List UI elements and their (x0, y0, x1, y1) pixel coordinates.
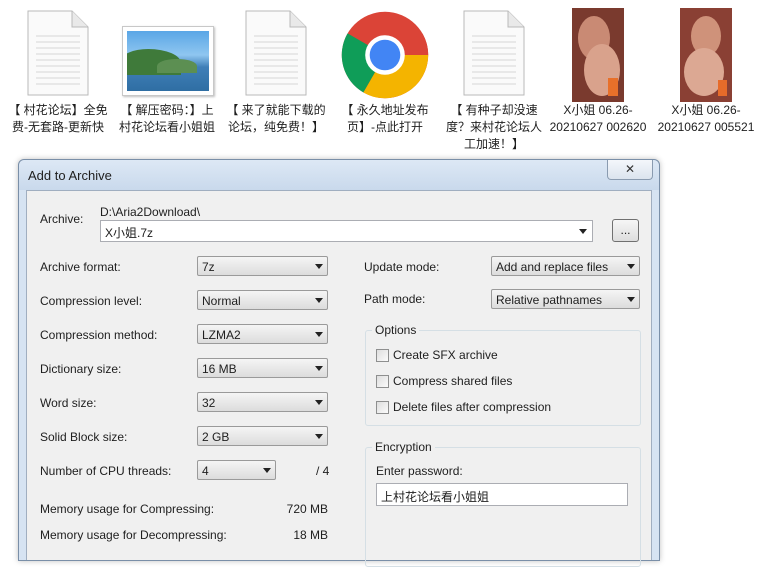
file-item[interactable]: 【 村花论坛】全免费-无套路-更新快 (6, 6, 110, 136)
file-name: 【 村花论坛】全免费-无套路-更新快 (8, 103, 108, 134)
file-item[interactable]: 【 解压密码：】上村花论坛看小姐姐 (115, 6, 219, 136)
update-mode-label: Update mode: (364, 260, 440, 274)
compression-method-select[interactable]: LZMA2 (197, 324, 328, 344)
cpu-threads-total: / 4 (316, 464, 330, 478)
chevron-down-icon (315, 366, 323, 371)
chevron-down-icon[interactable] (579, 229, 587, 234)
chevron-down-icon (315, 298, 323, 303)
file-item[interactable]: 【 来了就能下载的论坛，纯免费！】 (224, 6, 328, 136)
file-name: 【 来了就能下载的论坛，纯免费！】 (226, 103, 326, 134)
add-to-archive-dialog: Add to Archive ✕ Archive: D:\Aria2Downlo… (18, 159, 660, 567)
encryption-group-title: Encryption (372, 440, 435, 454)
archive-format-select[interactable]: 7z (197, 256, 328, 276)
word-size-label: Word size: (40, 396, 97, 410)
file-item[interactable]: X小姐 06.26-20210627 005521 (654, 6, 758, 136)
dialog-title: Add to Archive (28, 168, 112, 183)
title-bar[interactable]: Add to Archive ✕ (19, 160, 659, 190)
cpu-threads-select[interactable]: 4 (197, 460, 276, 480)
file-name: X小姐 06.26-20210627 005521 (657, 103, 755, 134)
chevron-down-icon (263, 468, 271, 473)
update-mode-select[interactable]: Add and replace files (491, 256, 640, 276)
file-item[interactable]: 【 有种子却没速度？来村花论坛人工加速！】 (442, 6, 546, 153)
chevron-down-icon (315, 400, 323, 405)
chevron-down-icon (315, 332, 323, 337)
path-mode-label: Path mode: (364, 292, 426, 306)
memory-compress-label: Memory usage for Compressing: (40, 502, 215, 516)
path-mode-select[interactable]: Relative pathnames (491, 289, 640, 309)
archive-path: D:\Aria2Download\ (100, 205, 201, 219)
compression-level-label: Compression level: (40, 294, 143, 308)
memory-decompress-value: 18 MB (293, 528, 328, 542)
password-input[interactable]: 上村花论坛看小姐姐 (376, 483, 628, 506)
solid-block-size-select[interactable]: 2 GB (197, 426, 328, 446)
password-label: Enter password: (376, 464, 463, 478)
archive-name-input[interactable]: X小姐.7z (100, 220, 593, 242)
file-name: 【 解压密码：】上村花论坛看小姐姐 (118, 103, 215, 134)
file-item[interactable]: X小姐 06.26-20210627 002620 (546, 6, 650, 136)
image-file-icon (122, 26, 214, 96)
cpu-threads-label: Number of CPU threads: (40, 464, 172, 478)
encryption-group: Encryption Enter password: 上村花论坛看小姐姐 (365, 440, 641, 567)
chevron-down-icon (315, 434, 323, 439)
chevron-down-icon (627, 264, 635, 269)
browse-button[interactable]: ... (612, 219, 639, 242)
file-name: 【 永久地址发布页】-点此打开 (341, 103, 429, 134)
file-name: 【 有种子却没速度？来村花论坛人工加速！】 (445, 103, 542, 151)
text-file-icon (245, 10, 307, 96)
text-file-icon (27, 10, 89, 96)
solid-block-size-label: Solid Block size: (40, 430, 128, 444)
word-size-select[interactable]: 32 (197, 392, 328, 412)
text-file-icon (463, 10, 525, 96)
compression-level-select[interactable]: Normal (197, 290, 328, 310)
chevron-down-icon (315, 264, 323, 269)
video-thumbnail (572, 8, 624, 102)
dialog-body: Archive: D:\Aria2Download\ X小姐.7z ... Ar… (26, 190, 652, 567)
video-thumbnail (680, 8, 732, 102)
options-group-title: Options (372, 323, 420, 337)
dictionary-size-select[interactable]: 16 MB (197, 358, 328, 378)
archive-format-label: Archive format: (40, 260, 121, 274)
memory-compress-value: 720 MB (286, 502, 328, 516)
compression-method-label: Compression method: (40, 328, 158, 342)
chrome-icon (341, 11, 429, 99)
file-name: X小姐 06.26-20210627 002620 (549, 103, 647, 134)
file-item[interactable]: 【 永久地址发布页】-点此打开 (333, 6, 437, 136)
close-button[interactable]: ✕ (607, 160, 653, 180)
options-group: Options Create SFX archive Compress shar… (365, 323, 641, 426)
chevron-down-icon (627, 297, 635, 302)
archive-label: Archive: (40, 212, 84, 226)
memory-decompress-label: Memory usage for Decompressing: (40, 528, 227, 542)
dictionary-size-label: Dictionary size: (40, 362, 122, 376)
